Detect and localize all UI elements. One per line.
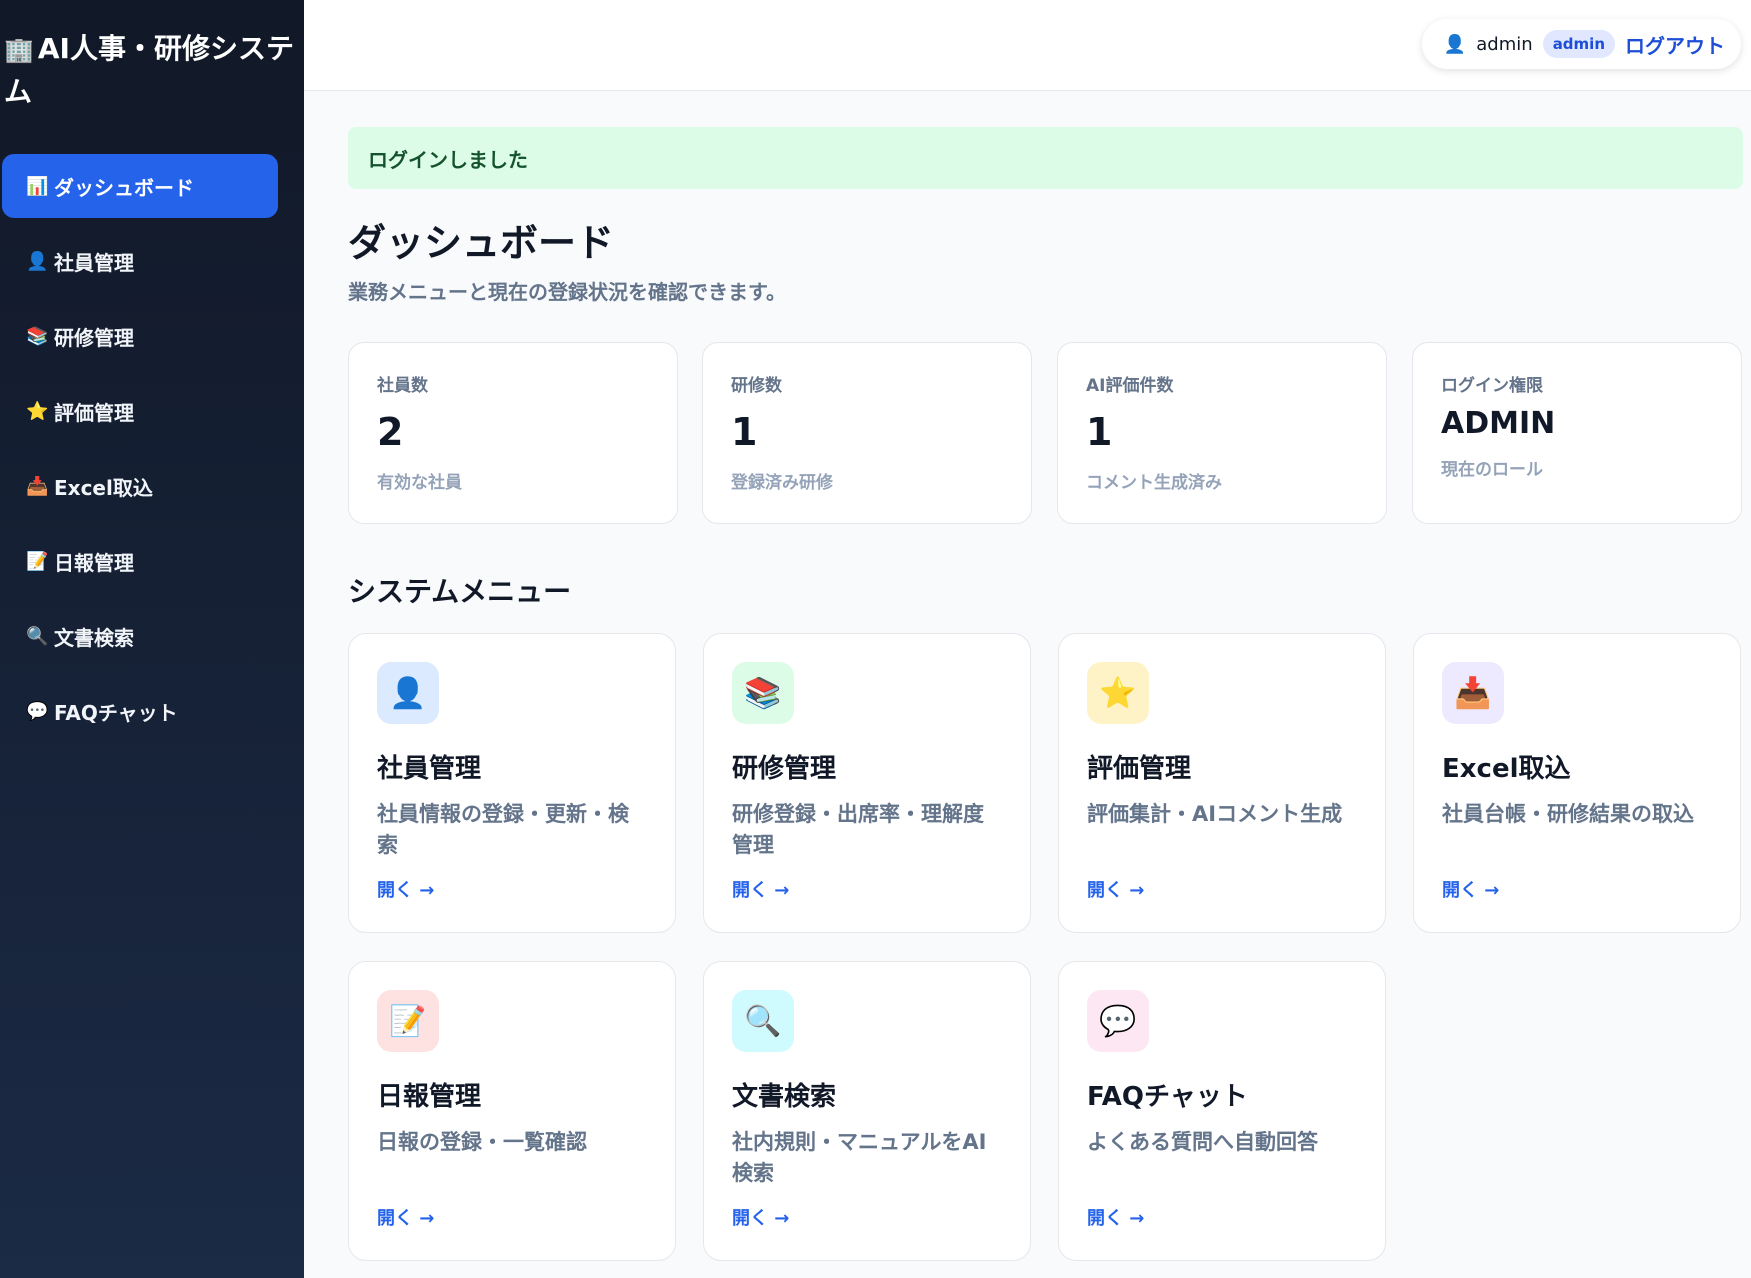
stat-card-employees: 社員数 2 有効な社員 (348, 342, 678, 524)
card-title: 文書検索 (732, 1082, 837, 1112)
card-description: 日報の登録・一覧確認 (377, 1130, 587, 1154)
inbox-icon: 📥 (1442, 662, 1504, 724)
card-title: 研修管理 (732, 754, 837, 784)
sidebar-item-faq-chat[interactable]: 💬 FAQチャット (2, 679, 278, 743)
alert-message: ログインしました (368, 147, 528, 172)
username: admin (1476, 33, 1533, 55)
card-description: 評価集計・AIコメント生成 (1087, 802, 1343, 826)
menu-card-training[interactable]: 📚 研修管理 研修登録・出席率・理解度管理 開く → (703, 633, 1031, 933)
role-badge: admin (1542, 30, 1615, 58)
stat-label: AI評価件数 (1086, 376, 1174, 396)
stat-label: 社員数 (377, 376, 428, 396)
stat-value: 1 (1086, 410, 1113, 454)
card-title: 社員管理 (377, 754, 482, 784)
magnifier-icon: 🔍 (26, 625, 49, 647)
stat-value: 1 (731, 410, 758, 454)
sidebar-item-label: 評価管理 (54, 400, 134, 425)
card-title: Excel取込 (1442, 754, 1571, 784)
card-title: 日報管理 (377, 1082, 482, 1112)
memo-icon: 📝 (26, 550, 49, 572)
menu-card-evaluation[interactable]: ⭐ 評価管理 評価集計・AIコメント生成 開く → (1058, 633, 1386, 933)
building-icon: 🏢 (4, 36, 34, 64)
sidebar-item-label: ダッシュボード (54, 175, 194, 200)
menu-card-faq-chat[interactable]: 💬 FAQチャット よくある質問へ自動回答 開く → (1058, 961, 1386, 1261)
magnifier-icon: 🔍 (732, 990, 794, 1052)
person-icon: 👤 (377, 662, 439, 724)
menu-card-employees[interactable]: 👤 社員管理 社員情報の登録・更新・検索 開く → (348, 633, 676, 933)
menu-card-daily-report[interactable]: 📝 日報管理 日報の登録・一覧確認 開く → (348, 961, 676, 1261)
stat-label: ログイン権限 (1441, 376, 1543, 396)
card-description: 社員台帳・研修結果の取込 (1442, 802, 1694, 826)
page-title: ダッシュボード (348, 221, 615, 265)
app-brand: 🏢 AI人事・研修システム (4, 28, 294, 112)
open-link[interactable]: 開く → (1442, 876, 1499, 902)
page-subtitle: 業務メニューと現在の登録状況を確認できます。 (348, 280, 786, 304)
card-description: 社内規則・マニュアルをAI検索 (732, 1130, 987, 1185)
speech-bubble-icon: 💬 (26, 700, 49, 722)
open-link[interactable]: 開く → (732, 1204, 789, 1230)
speech-bubble-icon: 💬 (1087, 990, 1149, 1052)
sidebar-item-daily-report[interactable]: 📝 日報管理 (2, 529, 278, 593)
sidebar-item-label: 研修管理 (54, 325, 134, 350)
open-link[interactable]: 開く → (732, 876, 789, 902)
sidebar-item-document-search[interactable]: 🔍 文書検索 (2, 604, 278, 668)
stat-value: ADMIN (1441, 406, 1556, 441)
books-icon: 📚 (26, 325, 49, 347)
user-menu: 👤 admin admin ログアウト (1421, 19, 1741, 69)
sidebar-item-label: 文書検索 (54, 625, 134, 650)
star-icon: ⭐ (1087, 662, 1149, 724)
success-alert: ログインしました (348, 127, 1743, 189)
chart-icon: 📊 (26, 175, 49, 197)
memo-icon: 📝 (377, 990, 439, 1052)
person-icon: 👤 (26, 250, 49, 272)
sidebar-nav: 📊 ダッシュボード 👤 社員管理 📚 研修管理 ⭐ 評価管理 📥 Excel取込… (2, 154, 278, 754)
stat-sub: 有効な社員 (377, 473, 462, 493)
card-description: 社員情報の登録・更新・検索 (377, 802, 629, 857)
stat-label: 研修数 (731, 376, 782, 396)
card-description: 研修登録・出席率・理解度管理 (732, 802, 984, 857)
sidebar-item-label: 日報管理 (54, 550, 134, 575)
sidebar-item-employees[interactable]: 👤 社員管理 (2, 229, 278, 293)
app-title: AI人事・研修システム (4, 32, 294, 108)
sidebar: 🏢 AI人事・研修システム 📊 ダッシュボード 👤 社員管理 📚 研修管理 ⭐ 評… (0, 0, 304, 1278)
books-icon: 📚 (732, 662, 794, 724)
stat-card-trainings: 研修数 1 登録済み研修 (702, 342, 1032, 524)
stat-card-ai-evaluations: AI評価件数 1 コメント生成済み (1057, 342, 1387, 524)
top-bar: 👤 admin admin ログアウト (304, 0, 1751, 91)
stat-sub: コメント生成済み (1086, 473, 1222, 493)
menu-section-title: システムメニュー (348, 575, 572, 608)
logout-link[interactable]: ログアウト (1625, 30, 1725, 59)
sidebar-item-evaluation[interactable]: ⭐ 評価管理 (2, 379, 278, 443)
stat-value: 2 (377, 410, 404, 454)
open-link[interactable]: 開く → (1087, 876, 1144, 902)
sidebar-item-label: 社員管理 (54, 250, 134, 275)
open-link[interactable]: 開く → (1087, 1204, 1144, 1230)
stat-sub: 現在のロール (1441, 460, 1543, 480)
menu-card-excel-import[interactable]: 📥 Excel取込 社員台帳・研修結果の取込 開く → (1413, 633, 1741, 933)
menu-card-document-search[interactable]: 🔍 文書検索 社内規則・マニュアルをAI検索 開く → (703, 961, 1031, 1261)
card-title: FAQチャット (1087, 1082, 1248, 1112)
card-title: 評価管理 (1087, 754, 1192, 784)
card-description: よくある質問へ自動回答 (1087, 1130, 1318, 1154)
star-icon: ⭐ (26, 400, 49, 422)
sidebar-item-dashboard[interactable]: 📊 ダッシュボード (2, 154, 278, 218)
user-icon: 👤 (1443, 33, 1467, 55)
open-link[interactable]: 開く → (377, 1204, 434, 1230)
sidebar-item-excel-import[interactable]: 📥 Excel取込 (2, 454, 278, 518)
sidebar-item-label: Excel取込 (54, 475, 153, 500)
open-link[interactable]: 開く → (377, 876, 434, 902)
inbox-icon: 📥 (26, 475, 49, 497)
sidebar-item-training[interactable]: 📚 研修管理 (2, 304, 278, 368)
stat-card-login-role: ログイン権限 ADMIN 現在のロール (1412, 342, 1742, 524)
stat-sub: 登録済み研修 (731, 473, 833, 493)
sidebar-item-label: FAQチャット (54, 700, 178, 725)
